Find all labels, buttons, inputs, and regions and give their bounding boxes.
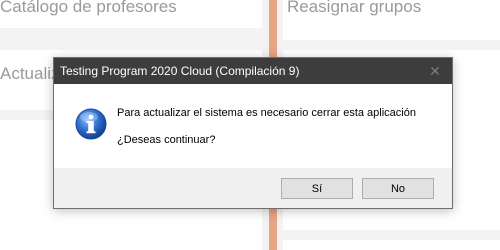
tile-reassign[interactable]: Reasignar grupos — [283, 0, 500, 40]
dialog-footer: Sí No — [54, 168, 452, 208]
dialog-content: Para actualizar el sistema es necesario … — [54, 84, 452, 168]
tile-reassign-label: Reasignar grupos — [287, 0, 422, 16]
info-icon — [75, 108, 107, 140]
tile-update-label: Actualiz — [0, 64, 60, 83]
yes-button[interactable]: Sí — [281, 178, 353, 199]
close-button[interactable]: ✕ — [418, 58, 452, 84]
dialog-titlebar[interactable]: Testing Program 2020 Cloud (Compilación … — [54, 58, 452, 84]
tile-right-bottom[interactable] — [283, 240, 500, 250]
dialog-message: Para actualizar el sistema es necesario … — [117, 107, 416, 119]
tile-catalog-label: Catálogo de profesores — [0, 0, 177, 16]
close-icon: ✕ — [429, 62, 441, 79]
dialog-question: ¿Deseas continuar? — [117, 134, 216, 146]
tile-catalog[interactable]: Catálogo de profesores — [0, 0, 262, 28]
no-button[interactable]: No — [362, 178, 434, 199]
dialog-title: Testing Program 2020 Cloud (Compilación … — [60, 64, 300, 78]
update-dialog: Testing Program 2020 Cloud (Compilación … — [53, 57, 453, 209]
